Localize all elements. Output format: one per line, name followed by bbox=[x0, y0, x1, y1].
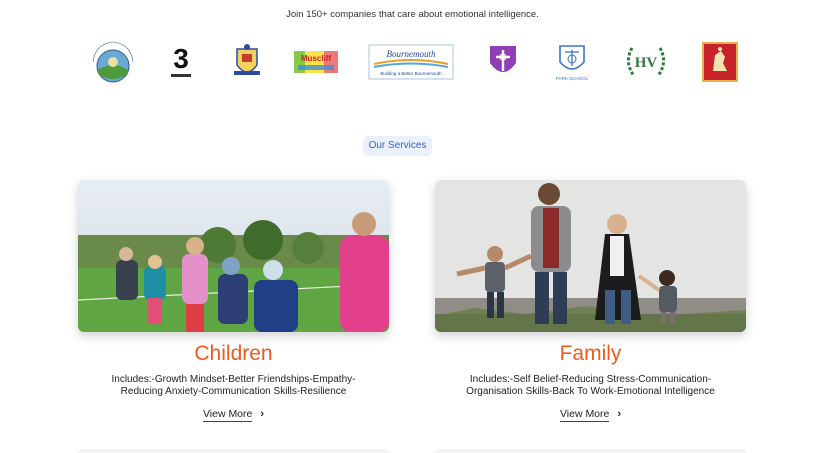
svg-text:HV: HV bbox=[635, 55, 658, 71]
service-card-family: Family Includes:-Self Belief-Reducing St… bbox=[435, 180, 746, 422]
view-more-link[interactable]: View More › bbox=[435, 408, 746, 422]
our-services-label: Our Services bbox=[363, 136, 432, 156]
view-more-label[interactable]: View More bbox=[202, 408, 253, 422]
muscliff-logo: Muscliff bbox=[294, 40, 338, 84]
svg-text:Building a Better Bournemouth: Building a Better Bournemouth bbox=[380, 71, 442, 76]
view-more-label[interactable]: View More bbox=[559, 408, 610, 422]
card-description-line: Includes:-Self Belief-Reducing Stress-Co… bbox=[469, 374, 712, 385]
next-card-edge bbox=[435, 449, 746, 453]
card-description-line: Reducing Anxiety-Communication Skills-Re… bbox=[120, 386, 347, 397]
svg-text:Muscliff: Muscliff bbox=[301, 54, 332, 63]
chevron-right-icon[interactable]: › bbox=[617, 408, 621, 420]
card-description-line: Includes:-Growth Mindset-Better Friendsh… bbox=[111, 374, 356, 385]
red-crest-logo bbox=[700, 40, 740, 84]
family-photo bbox=[435, 180, 746, 332]
school-badge-1-logo bbox=[88, 40, 136, 84]
next-card-edge bbox=[78, 449, 389, 453]
view-more-link[interactable]: View More › bbox=[78, 408, 389, 422]
chevron-right-icon[interactable]: › bbox=[260, 408, 264, 420]
hv-logo: HV bbox=[622, 40, 670, 84]
children-photo bbox=[78, 180, 389, 332]
shield-purple-logo bbox=[488, 40, 518, 84]
park-school-logo: PARK SCHOOL bbox=[552, 40, 592, 84]
card-description: Includes:-Growth Mindset-Better Friendsh… bbox=[78, 374, 389, 398]
service-card-children: Children Includes:-Growth Mindset-Better… bbox=[78, 180, 389, 422]
card-description-line: Organisation Skills-Back To Work-Emotion… bbox=[466, 386, 715, 397]
partner-logos: 3 Muscliff Bournemouth Building a Better bbox=[84, 40, 744, 84]
card-title: Children bbox=[194, 342, 273, 365]
svg-text:3: 3 bbox=[173, 43, 189, 74]
bournemouth-logo: Bournemouth Building a Better Bournemout… bbox=[368, 40, 454, 84]
card-title: Family bbox=[559, 342, 622, 365]
svg-text:Bournemouth: Bournemouth bbox=[387, 49, 436, 59]
tagline: Join 150+ companies that care about emot… bbox=[286, 9, 539, 20]
three-logo: 3 bbox=[166, 40, 196, 84]
card-description: Includes:-Self Belief-Reducing Stress-Co… bbox=[435, 374, 746, 398]
crest-logo bbox=[234, 40, 260, 84]
